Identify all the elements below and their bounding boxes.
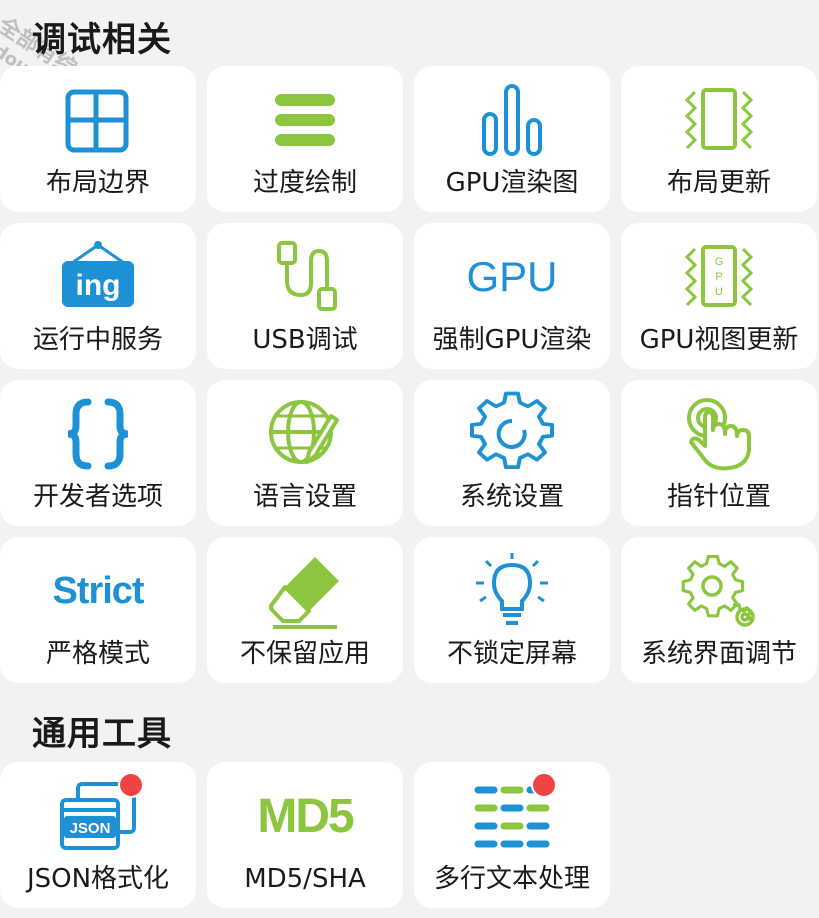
gpu-view-letter-p: P bbox=[715, 271, 722, 283]
tile-label: 不保留应用 bbox=[239, 639, 370, 669]
gpu-render-chart-icon bbox=[472, 80, 552, 160]
tile-system-ui-tuner[interactable]: 系统界面调节 bbox=[621, 537, 817, 683]
tile-json-format[interactable]: JSON JSON格式化 bbox=[0, 762, 196, 908]
tile-label: GPU渲染图 bbox=[445, 168, 579, 198]
strict-text-icon: Strict bbox=[52, 551, 144, 631]
tile-label: 系统界面调节 bbox=[640, 639, 797, 669]
tile-label: MD5/SHA bbox=[244, 864, 366, 894]
tile-label: 严格模式 bbox=[45, 639, 150, 669]
gpu-text-icon: GPU bbox=[467, 237, 558, 317]
tile-layout-update[interactable]: 布局更新 bbox=[621, 66, 817, 212]
tile-label: 过度绘制 bbox=[252, 168, 357, 198]
md5-text-icon-label: MD5 bbox=[257, 789, 354, 843]
curly-braces-icon bbox=[58, 394, 138, 474]
tile-force-gpu-render[interactable]: GPU 强制GPU渲染 bbox=[414, 223, 610, 369]
debug-tools-grid: 布局边界 过度绘制 GPU渲染图 布局更新 ing 运行中服务 USB调试 GP… bbox=[0, 66, 819, 683]
layout-update-icon bbox=[679, 80, 759, 160]
tile-label: 多行文本处理 bbox=[433, 864, 590, 894]
tile-label: 不锁定屏幕 bbox=[446, 639, 577, 669]
md5-text-icon: MD5 bbox=[257, 776, 354, 856]
layout-bounds-icon bbox=[58, 80, 138, 160]
new-badge-dot bbox=[531, 772, 557, 798]
usb-cable-icon bbox=[265, 237, 345, 317]
tile-label: JSON格式化 bbox=[26, 864, 170, 894]
gpu-view-update-icon: G P U bbox=[679, 237, 759, 317]
tile-usb-debug[interactable]: USB调试 bbox=[207, 223, 403, 369]
tile-language-settings[interactable]: 语言设置 bbox=[207, 380, 403, 526]
tile-multiline-text[interactable]: 多行文本处理 bbox=[414, 762, 610, 908]
strict-text-icon-label: Strict bbox=[52, 569, 144, 612]
tile-label: 指针位置 bbox=[666, 482, 771, 512]
tile-layout-bounds[interactable]: 布局边界 bbox=[0, 66, 196, 212]
tile-overdraw[interactable]: 过度绘制 bbox=[207, 66, 403, 212]
tile-system-settings[interactable]: 系统设置 bbox=[414, 380, 610, 526]
globe-pen-icon bbox=[265, 394, 345, 474]
tile-label: 布局更新 bbox=[666, 168, 771, 198]
tile-stay-awake[interactable]: 不锁定屏幕 bbox=[414, 537, 610, 683]
gpu-view-letter-u: U bbox=[715, 286, 723, 298]
tile-label: 系统设置 bbox=[459, 482, 564, 512]
running-services-icon: ing bbox=[58, 237, 138, 317]
tile-pointer-location[interactable]: 指针位置 bbox=[621, 380, 817, 526]
tile-label: 开发者选项 bbox=[32, 482, 163, 512]
tile-running-services[interactable]: ing 运行中服务 bbox=[0, 223, 196, 369]
overdraw-icon bbox=[265, 80, 345, 160]
gears-icon bbox=[679, 551, 759, 631]
tile-strict-mode[interactable]: Strict 严格模式 bbox=[0, 537, 196, 683]
tile-no-keep-activities[interactable]: 不保留应用 bbox=[207, 537, 403, 683]
tile-label: 强制GPU渲染 bbox=[432, 325, 592, 355]
running-services-icon-text: ing bbox=[76, 269, 121, 302]
lightbulb-icon bbox=[472, 551, 552, 631]
new-badge-dot bbox=[118, 772, 144, 798]
section-title-debug: 调试相关 bbox=[32, 20, 172, 60]
tile-label: USB调试 bbox=[252, 325, 358, 355]
tile-label: 运行中服务 bbox=[32, 325, 163, 355]
tile-gpu-view-update[interactable]: G P U GPU视图更新 bbox=[621, 223, 817, 369]
eraser-icon bbox=[265, 551, 345, 631]
section-title-general-tools: 通用工具 bbox=[32, 714, 172, 754]
tile-developer-options[interactable]: 开发者选项 bbox=[0, 380, 196, 526]
tile-label: 语言设置 bbox=[252, 482, 357, 512]
tile-gpu-render-chart[interactable]: GPU渲染图 bbox=[414, 66, 610, 212]
tile-md5-sha[interactable]: MD5 MD5/SHA bbox=[207, 762, 403, 908]
pointer-hand-icon bbox=[679, 394, 759, 474]
gpu-text-icon-label: GPU bbox=[466, 253, 558, 300]
general-tools-grid: JSON JSON格式化 MD5 MD5/SHA 多行文本处理 bbox=[0, 762, 819, 908]
tile-label: 布局边界 bbox=[45, 168, 150, 198]
tile-label: GPU视图更新 bbox=[639, 325, 799, 355]
gpu-view-letter-g: G bbox=[715, 256, 724, 268]
gear-icon bbox=[470, 391, 554, 474]
json-icon-text: JSON bbox=[70, 820, 111, 837]
